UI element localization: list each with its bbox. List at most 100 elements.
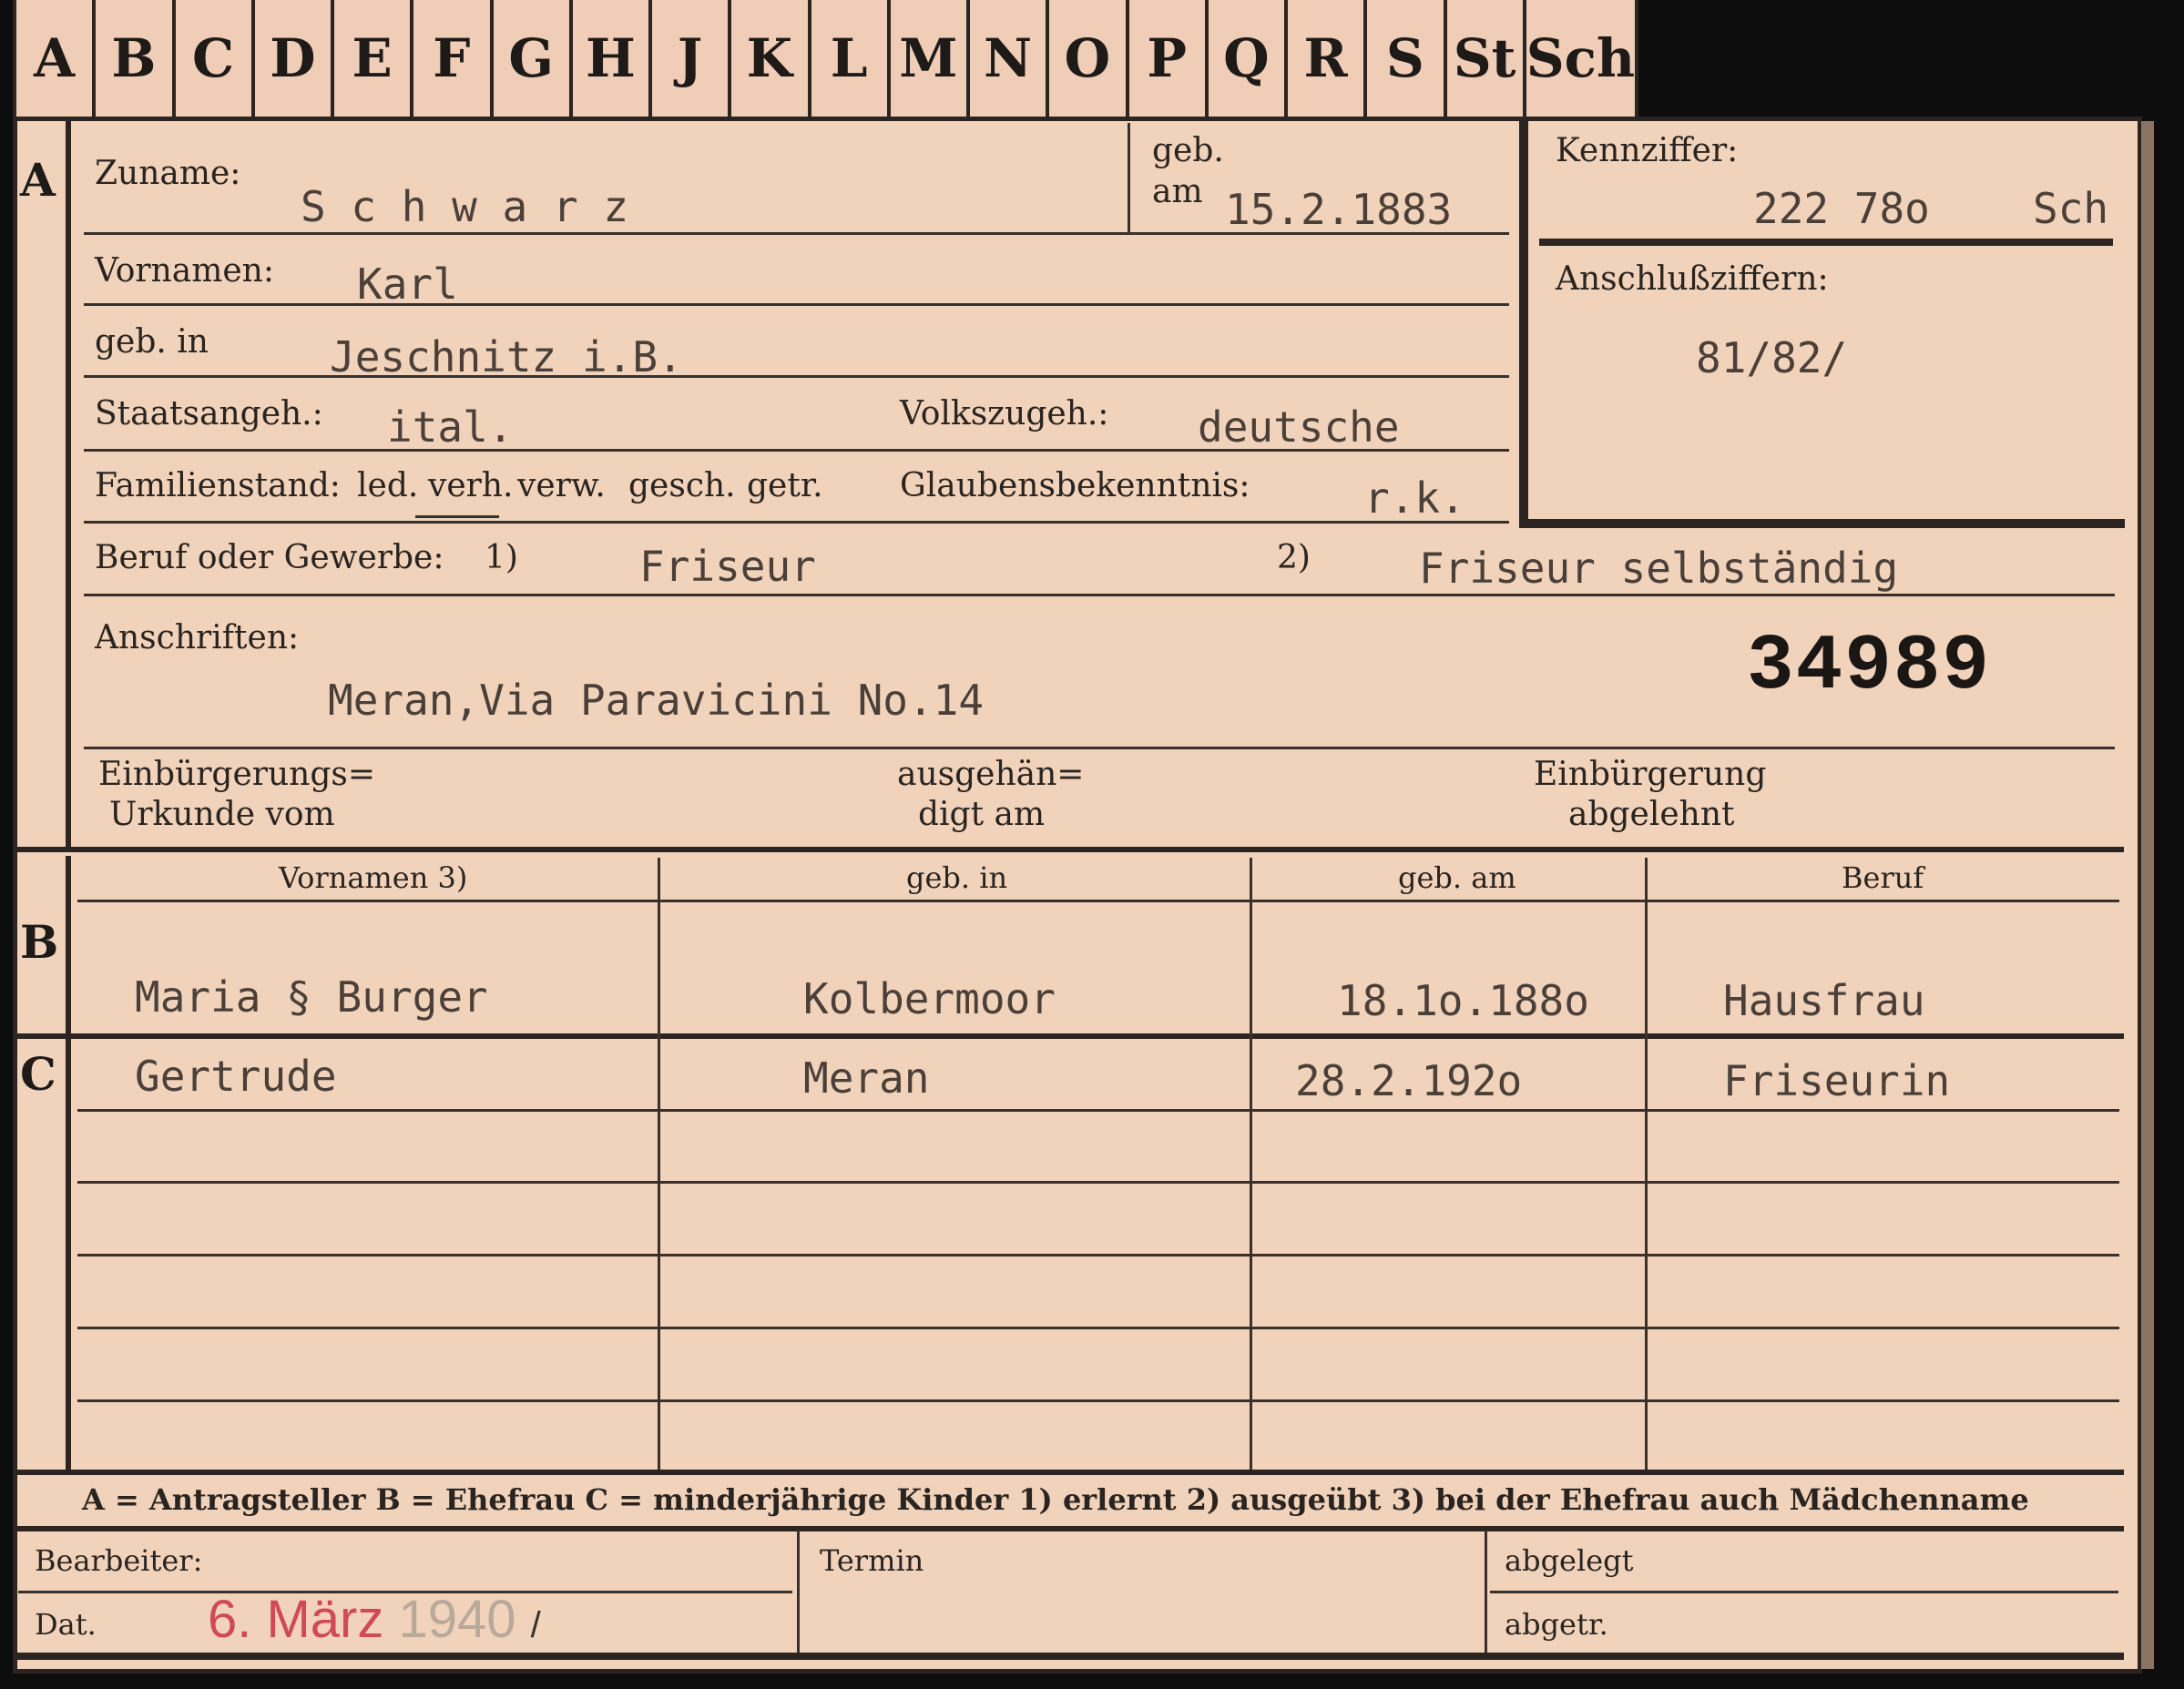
citizenship-value: ital.: [387, 402, 514, 452]
religion-label: Glaubensbekenntnis:: [900, 467, 1250, 504]
rule: [77, 1254, 2119, 1257]
column-divider: [1250, 858, 1252, 1470]
child-name: Gertrude: [135, 1052, 337, 1101]
table-header-occupation: Beruf: [1842, 860, 1924, 895]
alphabet-tab[interactable]: St: [1446, 0, 1526, 117]
id-box-divider: [1539, 239, 2113, 246]
child-birthplace: Meran: [803, 1053, 930, 1103]
alphabet-tab[interactable]: F: [413, 0, 494, 117]
naturalization-denied-label: abgelehnt: [1568, 796, 1735, 833]
rule: [84, 375, 1509, 378]
alphabet-tab[interactable]: A: [13, 0, 97, 117]
column-divider: [1485, 1530, 1487, 1653]
code-value: 222 78o: [1753, 184, 1930, 233]
section-letter-a: A: [20, 153, 56, 207]
alphabet-tab[interactable]: R: [1288, 0, 1368, 117]
alphabet-tab[interactable]: G: [493, 0, 573, 117]
date-label: Dat.: [35, 1607, 97, 1642]
alphabet-tab[interactable]: E: [334, 0, 414, 117]
alphabet-tab[interactable]: S: [1367, 0, 1447, 117]
alphabet-tab-row: A B C D E F G H J K L M N O P Q R S St Sch: [13, 0, 1639, 120]
surname-label: Zuname:: [95, 155, 241, 192]
spouse-birthdate: 18.1o.188o: [1337, 976, 1589, 1025]
table-header-rule: [77, 900, 2119, 902]
stamp-year: 1940: [398, 1590, 516, 1649]
rule: [77, 1399, 2119, 1402]
table-header-firstnames: Vornamen 3): [279, 860, 468, 895]
link-value: 81/82/: [1696, 333, 1848, 382]
ethnicity-value: deutsche: [1198, 402, 1400, 452]
family-status-option: led.: [357, 467, 419, 504]
alphabet-tab[interactable]: J: [652, 0, 732, 117]
rule: [77, 1181, 2119, 1184]
section-rule: [13, 847, 2124, 852]
deadline-label: Termin: [820, 1543, 924, 1578]
born-in-label: geb. in: [95, 323, 209, 361]
family-status-option: gesch.: [628, 467, 736, 504]
born-on-label: geb.: [1152, 132, 1224, 169]
religion-value: r.k.: [1364, 473, 1465, 523]
rule: [1490, 1591, 2118, 1593]
rule: [84, 521, 1509, 524]
section-rule: [13, 1526, 2124, 1531]
alphabet-tab[interactable]: H: [572, 0, 652, 117]
table-header-birthplace: geb. in: [906, 860, 1008, 895]
born-on-value: 15.2.1883: [1225, 185, 1453, 234]
naturalization-doc-label: Einbürgerungs=: [98, 756, 376, 793]
alphabet-tab[interactable]: K: [731, 0, 811, 117]
surname-value: S c h w a r z: [301, 182, 629, 231]
alphabet-tab[interactable]: N: [970, 0, 1050, 117]
rule: [84, 303, 1509, 306]
naturalization-doc-label: Urkunde vom: [109, 796, 335, 833]
id-box: [1519, 118, 2125, 528]
column-divider: [797, 1530, 800, 1653]
footnote-marker: 1): [485, 539, 518, 576]
handed-out-label: digt am: [918, 796, 1046, 833]
alphabet-tab[interactable]: Sch: [1526, 0, 1639, 117]
born-on-label: am: [1152, 173, 1203, 210]
selected-underline: [415, 515, 499, 518]
deregistered-label: abgetr.: [1505, 1607, 1608, 1642]
alphabet-tab[interactable]: M: [890, 0, 970, 117]
alphabet-tab[interactable]: O: [1049, 0, 1129, 117]
child-birthdate: 28.2.192o: [1295, 1056, 1523, 1105]
footnote-marker: 2): [1277, 539, 1311, 576]
section-letter-b: B: [20, 915, 59, 969]
born-in-value: Jeschnitz i.B.: [330, 332, 683, 382]
stamp-slash: /: [530, 1605, 541, 1645]
stamp-date: 6. März: [208, 1590, 384, 1649]
alphabet-tab[interactable]: C: [175, 0, 255, 117]
link-label: Anschlußziffern:: [1556, 260, 1829, 298]
alphabet-tab[interactable]: L: [811, 0, 891, 117]
alphabet-tab[interactable]: P: [1128, 0, 1209, 117]
rule: [84, 594, 2115, 596]
editor-label: Bearbeiter:: [35, 1543, 203, 1578]
spouse-birthplace: Kolbermoor: [803, 974, 1056, 1023]
family-status-option-selected: verh.: [428, 467, 514, 504]
family-status-option: verw.: [517, 467, 606, 504]
ethnicity-label: Volkszugeh.:: [900, 395, 1109, 432]
spouse-occupation: Hausfrau: [1723, 976, 1925, 1025]
firstnames-value: Karl: [357, 259, 458, 309]
section-divider: [66, 118, 71, 847]
addresses-label: Anschriften:: [95, 619, 300, 656]
rule: [77, 1327, 2119, 1329]
section-letter-c: C: [20, 1047, 56, 1101]
citizenship-label: Staatsangeh.:: [95, 395, 323, 432]
address-value: Meran,Via Paravicini No.14: [328, 676, 985, 725]
alphabet-tab[interactable]: Q: [1208, 0, 1288, 117]
occupation-label: Beruf oder Gewerbe:: [95, 539, 444, 576]
alphabet-tab[interactable]: D: [254, 0, 334, 117]
section-rule: [13, 1470, 2124, 1475]
column-divider: [658, 858, 660, 1470]
card-bottom-rule: [13, 1653, 2124, 1660]
rule: [84, 747, 2115, 749]
alphabet-tab[interactable]: B: [96, 0, 176, 117]
handed-out-label: ausgehän=: [897, 756, 1085, 793]
section-rule: [13, 1033, 2124, 1039]
filed-label: abgelegt: [1505, 1543, 1634, 1578]
column-divider: [1645, 858, 1648, 1470]
record-number: 34989: [1747, 622, 1992, 711]
code-label: Kennziffer:: [1556, 132, 1739, 169]
child-occupation: Friseurin: [1723, 1056, 1951, 1105]
